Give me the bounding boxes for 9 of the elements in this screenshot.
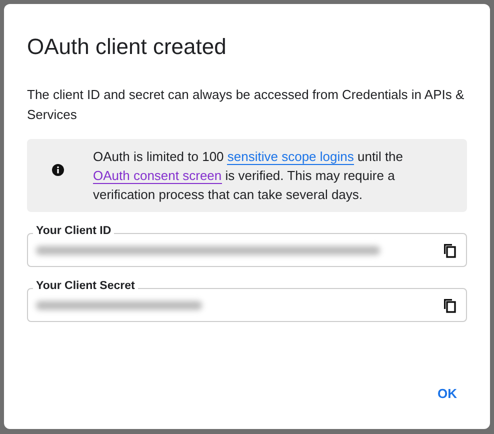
ok-button[interactable]: OK	[432, 380, 463, 407]
copy-icon[interactable]	[443, 242, 456, 258]
dialog-title: OAuth client created	[27, 34, 228, 60]
link[interactable]: sensitive scope logins	[227, 149, 354, 166]
info-icon	[52, 164, 64, 176]
notice-text: OAuth is limited to 100 sensitive scope logins until the OAuth consent screen is verified. This may require a verification process that can take several days.	[93, 148, 404, 204]
link[interactable]: OAuth consent screen	[93, 168, 222, 184]
description-text: The client ID and secret can always be accessed from Credentials in APIs & Services	[27, 86, 466, 124]
copy-icon[interactable]	[443, 298, 456, 313]
